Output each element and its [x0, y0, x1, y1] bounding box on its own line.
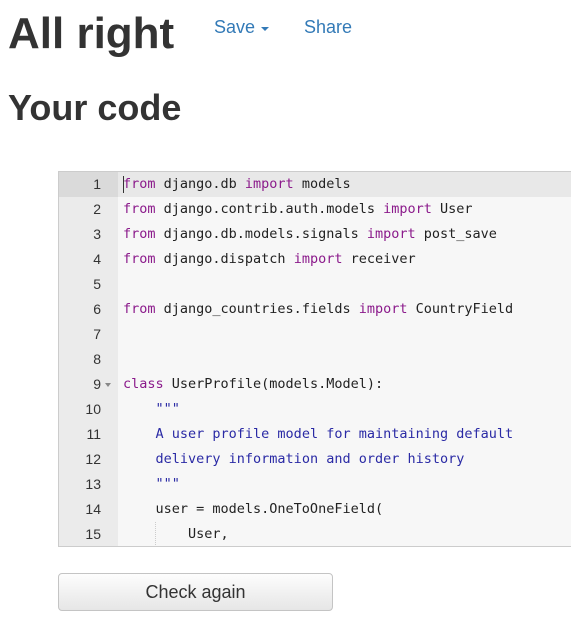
line-number: 2: [93, 201, 101, 217]
string-token: delivery information and order history: [155, 451, 465, 467]
caret-down-icon: [261, 26, 270, 31]
code-text: User,: [123, 522, 229, 546]
line-number: 8: [93, 351, 101, 367]
code-token: CountryField: [407, 301, 514, 317]
code-line: 15 User,: [59, 522, 571, 546]
code-editor[interactable]: 1 from django.db import models 2 from djang…: [58, 171, 571, 547]
code-line: 1 from django.db import models: [59, 172, 571, 197]
string-token: A user profile model for maintaining def…: [155, 426, 514, 442]
text-cursor: [123, 176, 124, 193]
code-token: django.db: [155, 176, 245, 192]
code-token: django.contrib.auth.models: [155, 201, 384, 217]
code-line: 2 from django.contrib.auth.models import …: [59, 197, 571, 222]
string-token: """: [155, 401, 180, 417]
line-number: 7: [93, 326, 101, 342]
code-token: post_save: [415, 226, 497, 242]
code-token: user = models.OneToOneField(: [123, 501, 384, 517]
keyword-token: from: [123, 176, 156, 192]
line-background: [118, 472, 571, 497]
line-number: 12: [85, 451, 101, 467]
line-number: 10: [85, 401, 101, 417]
keyword-token: from: [123, 226, 156, 242]
section-title: Your code: [8, 87, 182, 128]
code-text: from django.dispatch import receiver: [123, 247, 416, 272]
line-background: [118, 347, 571, 372]
code-token: UserProfile(models.Model):: [163, 376, 384, 392]
check-again-button[interactable]: Check again: [58, 573, 333, 611]
code-text: class UserProfile(models.Model):: [123, 372, 383, 397]
code-token: django.dispatch: [155, 251, 294, 267]
code-text: """: [123, 472, 180, 497]
code-line: 8: [59, 347, 571, 372]
code-line: 13 """: [59, 472, 571, 497]
code-text: user = models.OneToOneField(: [123, 497, 384, 522]
code-token: models: [293, 176, 351, 192]
line-number: 15: [85, 526, 101, 542]
line-number: 5: [93, 276, 101, 292]
keyword-token: import: [293, 251, 343, 267]
code-line: 10 """: [59, 397, 571, 422]
keyword-token: from: [123, 201, 156, 217]
line-number: 3: [93, 226, 101, 242]
code-line: 3 from django.db.models.signals import po…: [59, 222, 571, 247]
code-line: 12 delivery information and order histor…: [59, 447, 571, 472]
line-background: [118, 397, 571, 422]
keyword-token: from: [123, 251, 156, 267]
keyword-token: class: [123, 376, 164, 392]
code-text: from django.db import models: [123, 172, 351, 197]
page-header: All right: [8, 8, 174, 60]
line-number: 1: [93, 176, 101, 192]
share-link[interactable]: Share: [304, 17, 352, 38]
code-line: 9 class UserProfile(models.Model):: [59, 372, 571, 397]
code-text: from django.contrib.auth.models import U…: [123, 197, 473, 222]
line-number: 6: [93, 301, 101, 317]
line-number: 13: [85, 476, 101, 492]
keyword-token: import: [383, 201, 432, 217]
code-line: 11 A user profile model for maintaining …: [59, 422, 571, 447]
code-text: from django.db.models.signals import pos…: [123, 222, 497, 247]
code-line: 6 from django_countries.fields import Cou…: [59, 297, 571, 322]
keyword-token: from: [123, 301, 156, 317]
code-line: 7: [59, 322, 571, 347]
code-token: receiver: [342, 251, 416, 267]
code-token: User: [431, 201, 473, 217]
line-number: 9: [93, 376, 101, 392]
line-number: 4: [93, 251, 101, 267]
fold-arrow-icon[interactable]: [105, 383, 111, 387]
keyword-token: import: [244, 176, 294, 192]
string-token: """: [155, 476, 180, 492]
code-line: 4 from django.dispatch import receiver: [59, 247, 571, 272]
code-text: A user profile model for maintaining def…: [123, 422, 514, 447]
code-text: from django_countries.fields import Coun…: [123, 297, 513, 322]
code-line: 5: [59, 272, 571, 297]
line-background: [118, 272, 571, 297]
save-label: Save: [214, 17, 256, 37]
code-text: """: [123, 397, 180, 422]
code-text: delivery information and order history: [123, 447, 465, 472]
line-number: 14: [85, 501, 101, 517]
code-token: django_countries.fields: [155, 301, 359, 317]
save-dropdown-link[interactable]: Save: [214, 17, 270, 38]
page-title: All right: [8, 9, 175, 58]
line-number: 11: [86, 426, 101, 442]
line-background: [118, 322, 571, 347]
code-token: django.db.models.signals: [155, 226, 367, 242]
keyword-token: import: [358, 301, 408, 317]
keyword-token: import: [366, 226, 416, 242]
code-line: 14 user = models.OneToOneField(: [59, 497, 571, 522]
code-token: User,: [123, 526, 229, 542]
